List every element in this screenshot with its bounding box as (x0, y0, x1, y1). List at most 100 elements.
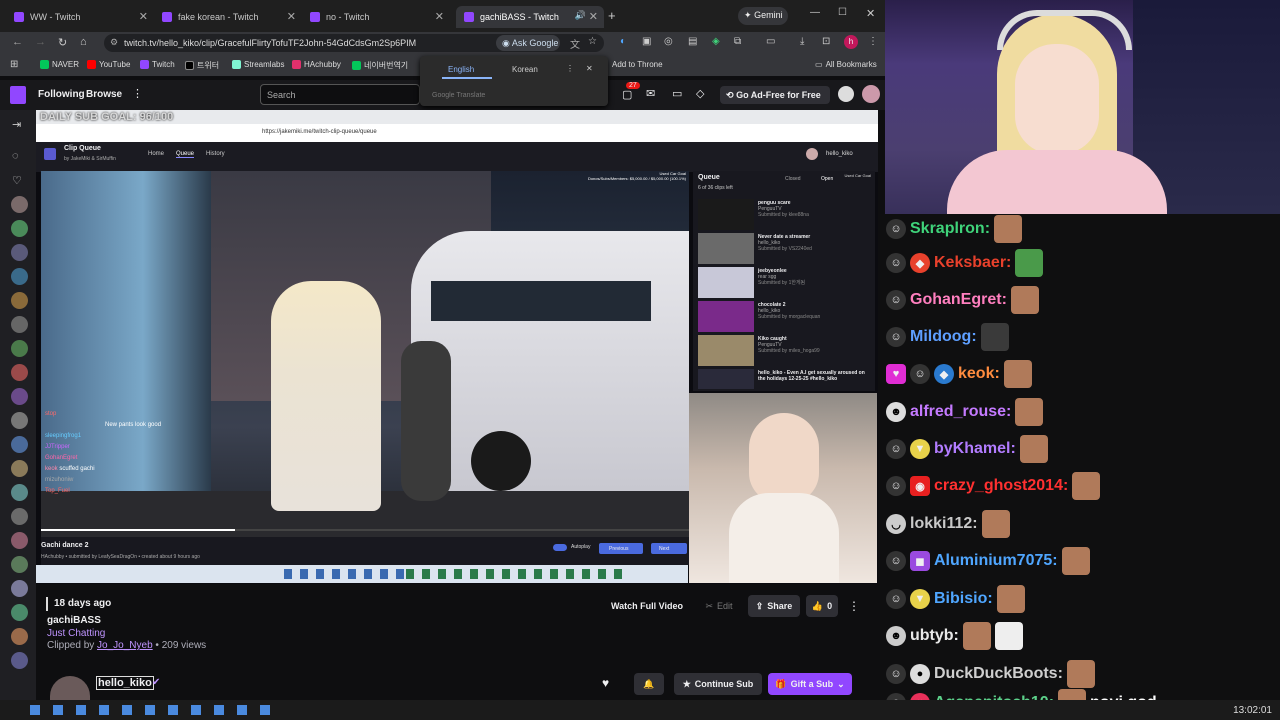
like-button[interactable]: 👍 0 (806, 595, 838, 617)
clip-category-link[interactable]: Just Chatting (47, 628, 105, 639)
watch-full-video-button[interactable]: Watch Full Video (606, 595, 688, 617)
continue-sub-button[interactable]: ★ Continue Sub (674, 673, 762, 695)
crown-icon[interactable]: ◇ (696, 87, 704, 100)
url-bar[interactable]: ⚙ twitch.tv/hello_kiko/clip/GracefulFlir… (104, 34, 604, 52)
all-bookmarks[interactable]: ▭ All Bookmarks (815, 60, 877, 69)
channel-avatar[interactable] (11, 340, 28, 357)
channel-avatar[interactable] (11, 532, 28, 549)
twitch-logo-icon[interactable] (10, 86, 26, 104)
extension-icon[interactable]: ◎ (664, 36, 673, 47)
apps-icon[interactable]: ⊞ (10, 59, 18, 70)
whispers-icon[interactable]: ▭ (672, 87, 682, 100)
chat-username[interactable]: keok: (958, 365, 1000, 383)
bookmark-naver[interactable]: NAVER (40, 60, 79, 69)
close-icon[interactable]: ✕ (139, 10, 148, 23)
channel-avatar[interactable] (11, 220, 28, 237)
channel-avatar[interactable] (50, 676, 90, 700)
user-avatar[interactable] (838, 86, 854, 102)
channel-avatar[interactable] (11, 580, 28, 597)
chat-username[interactable]: Skraplron: (910, 220, 990, 238)
tab-search-icon[interactable]: ⊡ (822, 36, 830, 47)
chat-username[interactable]: Mildoog: (910, 328, 977, 346)
translate-lang-english[interactable]: English (448, 65, 474, 74)
taskbar-app-icons[interactable] (30, 705, 280, 715)
extension-icon[interactable]: ▣ (642, 36, 651, 47)
previous-button[interactable]: Previous (599, 543, 643, 554)
chat-username[interactable]: Keksbaer: (934, 254, 1011, 272)
channel-avatar[interactable] (11, 244, 28, 261)
clip-progress-bar[interactable] (41, 529, 236, 531)
edit-button[interactable]: ✂ Edit (696, 595, 742, 617)
bookmark-twitter[interactable]: 트위터 (185, 60, 219, 71)
extension-icon[interactable]: ▤ (688, 36, 697, 47)
heart-follow-icon[interactable]: ♥ (602, 676, 609, 690)
nav-home[interactable]: Home (148, 151, 164, 157)
more-options-icon[interactable]: ⋮ (848, 599, 860, 613)
browser-tab[interactable]: WW - Twitch ✕ (6, 6, 154, 28)
star-icon[interactable]: ☆ (588, 36, 597, 47)
channel-avatar[interactable] (11, 388, 28, 405)
queue-item[interactable]: Never date a streamer hello_kiko Submitted… (698, 233, 870, 266)
chat-username[interactable]: crazy_ghost2014: (934, 477, 1068, 495)
channel-avatar[interactable] (11, 508, 28, 525)
puzzle-icon[interactable]: ⧉ (734, 36, 741, 47)
close-icon[interactable]: ✕ (586, 64, 593, 73)
heart-icon[interactable]: ♡ (12, 174, 22, 187)
following-icon[interactable]: ◌ (12, 150, 19, 162)
next-button[interactable]: Next (651, 543, 687, 554)
channel-avatar[interactable] (11, 436, 28, 453)
channel-avatar[interactable] (11, 412, 28, 429)
translate-lang-korean[interactable]: Korean (512, 65, 538, 74)
queue-item[interactable]: penguu scare PenguuTV Submitted by klee88n… (698, 199, 870, 232)
ad-free-button[interactable]: ⟲ Go Ad-Free for Free (720, 86, 830, 104)
gemini-button[interactable]: ✦ Gemini (738, 7, 788, 25)
speaker-icon[interactable]: 🔊 (575, 10, 586, 21)
new-tab-button[interactable]: + (608, 8, 616, 23)
channel-avatar[interactable] (11, 556, 28, 573)
profile-avatar[interactable]: h (844, 35, 858, 49)
translate-icon[interactable]: 文 (570, 36, 580, 51)
chat-username[interactable]: ubtyb: (910, 627, 959, 645)
ask-google-button[interactable]: ◉ Ask Google (496, 35, 560, 51)
bookmark-twitch[interactable]: Twitch (140, 60, 175, 69)
extension-icon[interactable]: ◐ (620, 36, 626, 47)
gift-sub-button[interactable]: 🎁 Gift a Sub ⌄ (768, 673, 852, 695)
collapse-icon[interactable]: ⇥ (12, 118, 21, 131)
queue-item[interactable]: jeebyeonlee rear sgg Submitted by 1한게됨 (698, 267, 870, 300)
channel-avatar[interactable] (11, 652, 28, 669)
menu-icon[interactable]: ⋮ (868, 36, 878, 47)
bookmark-streamlabs[interactable]: Streamlabs (232, 60, 284, 69)
minimize-button[interactable]: — (810, 7, 820, 18)
chat-username[interactable]: DuckDuckBoots: (934, 665, 1063, 683)
extension-icon[interactable]: ◈ (712, 36, 720, 47)
channel-avatar[interactable] (11, 292, 28, 309)
queue-item[interactable]: chocolate 2 hello_kiko Submitted by morgac… (698, 301, 870, 334)
chat-username[interactable]: Bibisio: (934, 590, 993, 608)
browser-tab[interactable]: fake korean - Twitch ✕ (154, 6, 302, 28)
nav-queue[interactable]: Queue (176, 151, 195, 158)
channel-avatar[interactable] (11, 364, 28, 381)
reload-icon[interactable]: ↻ (58, 36, 67, 49)
bookmark-naver-translate[interactable]: 네이버번역기 (352, 60, 408, 71)
bookmark-throne[interactable]: Add to Throne (612, 60, 663, 69)
queue-item[interactable]: Kiko caught PenguuTV Submitted by miles_ho… (698, 335, 870, 368)
maximize-button[interactable]: ☐ (838, 7, 847, 18)
nav-history[interactable]: History (206, 151, 225, 157)
clipper-link[interactable]: Jo_Jo_Nyeb (97, 640, 153, 651)
site-info-icon[interactable]: ⚙ (110, 37, 118, 48)
browser-tab-active[interactable]: gachiBASS - Twitch 🔊 ✕ (456, 6, 604, 28)
channel-avatar[interactable] (11, 196, 28, 213)
channel-name[interactable]: hello_kiko (96, 676, 154, 690)
user-avatar[interactable] (862, 85, 880, 103)
channel-avatar[interactable] (11, 484, 28, 501)
sidepanel-icon[interactable]: ▭ (766, 36, 775, 47)
channel-avatar[interactable] (11, 268, 28, 285)
prime-loot-icon[interactable]: ▢ (622, 88, 632, 101)
chat-username[interactable]: GohanEgret: (910, 291, 1007, 309)
nav-following[interactable]: Following (38, 89, 85, 100)
close-icon[interactable]: ✕ (287, 10, 296, 23)
channel-avatar[interactable] (11, 460, 28, 477)
search-input[interactable]: Search (260, 84, 420, 105)
close-icon[interactable]: ✕ (589, 10, 598, 23)
more-icon[interactable]: ⋮ (132, 87, 143, 100)
